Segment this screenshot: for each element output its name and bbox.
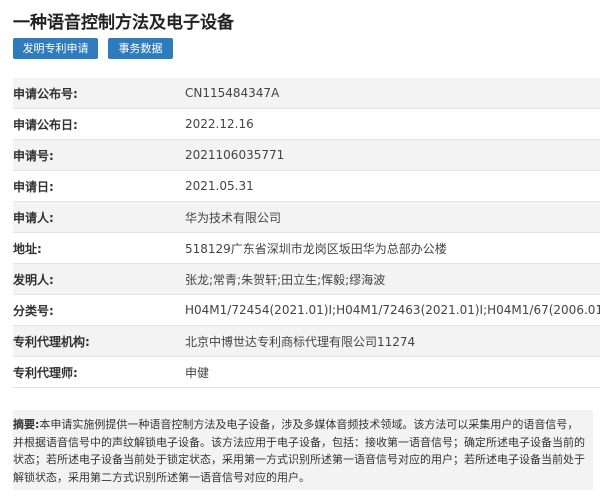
field-label: 分类号: xyxy=(13,303,54,318)
field-label: 申请公布日: xyxy=(13,117,78,132)
field-label: 申请公布号: xyxy=(13,86,78,101)
info-row-agency: 专利代理机构: 北京中博世达专利商标代理有限公司11274 xyxy=(13,326,600,357)
info-row-publication-number: 申请公布号: CN115484347A xyxy=(13,78,600,109)
abstract-label: 摘要: xyxy=(13,418,40,431)
field-value: 2021.05.31 xyxy=(185,179,254,193)
field-value: CN115484347A xyxy=(185,86,280,100)
field-label: 地址: xyxy=(13,241,42,256)
field-value: 2021106035771 xyxy=(185,148,285,162)
page-title: 一种语音控制方法及电子设备 xyxy=(13,13,234,33)
abstract-text: 本申请实施例提供一种语音控制方法及电子设备，涉及多媒体音频技术领域。该方法可以采… xyxy=(13,418,585,484)
field-label: 申请人: xyxy=(13,210,54,225)
field-label: 专利代理机构: xyxy=(13,334,90,349)
field-value: 华为技术有限公司 xyxy=(185,210,282,225)
field-label: 专利代理师: xyxy=(13,365,78,380)
field-value: 518129广东省深圳市龙岗区坂田华为总部办公楼 xyxy=(185,241,447,256)
info-row-application-date: 申请日: 2021.05.31 xyxy=(13,171,600,202)
patent-application-button[interactable]: 发明专利申请 xyxy=(13,38,98,59)
abstract-section: 摘要:本申请实施例提供一种语音控制方法及电子设备，涉及多媒体音频技术领域。该方法… xyxy=(13,410,593,490)
field-value: 北京中博世达专利商标代理有限公司11274 xyxy=(185,334,416,349)
info-row-inventors: 发明人: 张龙;常青;朱贺轩;田立生;恽毅;缪海波 xyxy=(13,264,600,295)
field-value: 2022.12.16 xyxy=(185,117,254,131)
info-row-address: 地址: 518129广东省深圳市龙岗区坂田华为总部办公楼 xyxy=(13,233,600,264)
field-value: H04M1/72454(2021.01)I;H04M1/72463(2021.0… xyxy=(185,303,600,317)
info-row-application-number: 申请号: 2021106035771 xyxy=(13,140,600,171)
info-row-publication-date: 申请公布日: 2022.12.16 xyxy=(13,109,600,140)
field-value: 申健 xyxy=(185,365,210,380)
patent-info-table: 申请公布号: CN115484347A 申请公布日: 2022.12.16 申请… xyxy=(13,78,600,388)
info-row-classification: 分类号: H04M1/72454(2021.01)I;H04M1/72463(2… xyxy=(13,295,600,326)
field-value: 张龙;常青;朱贺轩;田立生;恽毅;缪海波 xyxy=(185,272,386,287)
field-label: 发明人: xyxy=(13,272,54,287)
field-label: 申请号: xyxy=(13,148,54,163)
field-label: 申请日: xyxy=(13,179,54,194)
info-row-agent: 专利代理师: 申健 xyxy=(13,357,600,388)
info-row-applicant: 申请人: 华为技术有限公司 xyxy=(13,202,600,233)
affair-data-button[interactable]: 事务数据 xyxy=(108,38,173,59)
